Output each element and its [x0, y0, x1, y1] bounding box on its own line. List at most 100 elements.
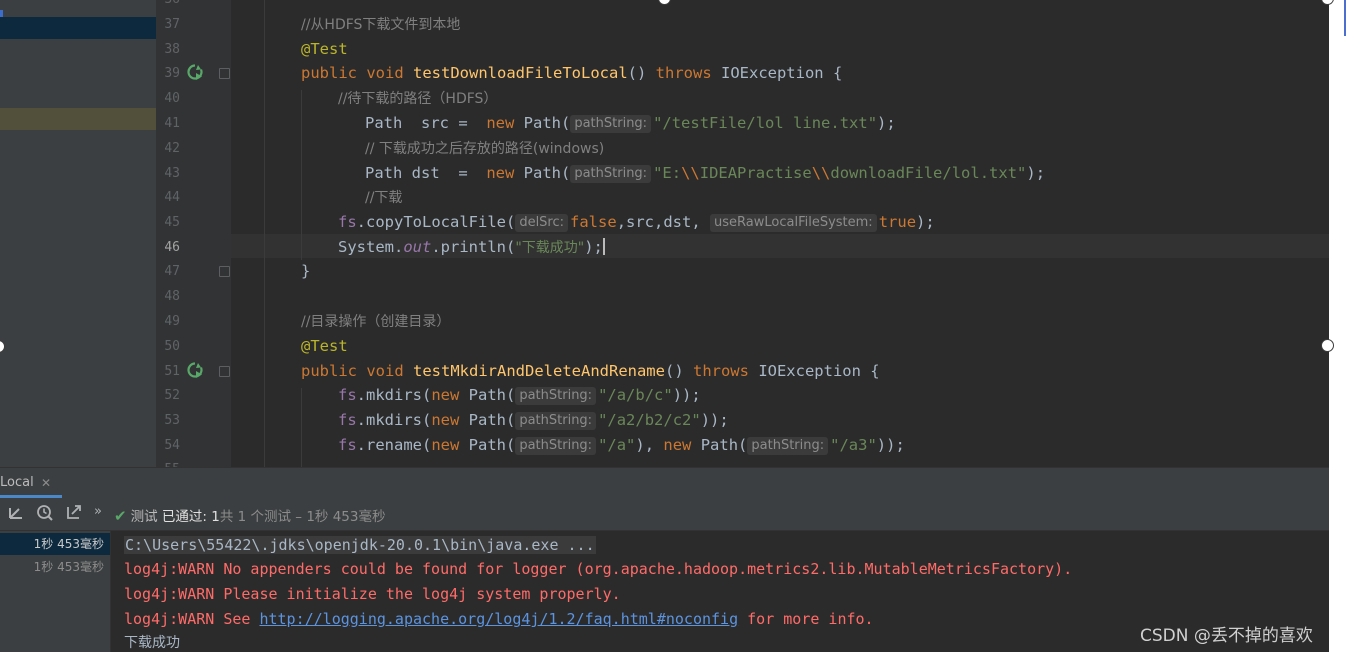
escape-sequence: \\ — [681, 164, 700, 182]
line-number: 50 — [164, 339, 180, 354]
keyword: new — [431, 436, 460, 454]
line-number: 51 — [164, 364, 180, 379]
keyword: true — [878, 213, 917, 231]
console-line: 下载成功 — [124, 635, 180, 651]
line-number: 37 — [164, 17, 180, 32]
line-number: 44 — [164, 190, 180, 205]
code-text: ); — [916, 213, 935, 231]
code-text: .copyToLocalFile( — [356, 213, 516, 231]
line-number: 54 — [164, 438, 180, 453]
fold-marker-icon[interactable] — [219, 266, 230, 277]
code-text: Path( — [459, 386, 516, 404]
code-line-50: @Test — [231, 334, 348, 358]
test-history-icon[interactable] — [36, 504, 54, 526]
test-duration: 1秒 453毫秒 — [33, 560, 104, 574]
code-line-49: //目录操作（创建目录） — [231, 309, 450, 334]
escape-sequence: \\ — [811, 164, 831, 182]
ide-window: 36 37 38 39 40 41 42 43 44 45 46 47 48 4… — [0, 0, 1329, 652]
status-prefix: 测试 — [130, 509, 158, 525]
code-line-51: public void testMkdirAndDeleteAndRename(… — [231, 359, 880, 383]
method-name: testDownloadFileToLocal — [413, 64, 628, 82]
line-number: 40 — [164, 91, 180, 106]
line-number: 49 — [164, 314, 180, 329]
code-line-54: fs.rename(new Path(pathString: "/a"), new… — [231, 433, 905, 457]
code-line-43: Path dst = new Path(pathString: "E:\\IDEA… — [231, 161, 1045, 185]
warn-text: log4j:WARN See — [124, 610, 260, 628]
parameter-hint: pathString: — [570, 115, 652, 133]
keyword: throws — [655, 64, 712, 82]
line-number: 39 — [164, 66, 180, 81]
string-literal: IDEAPractise — [699, 164, 812, 182]
project-tree-selected-row[interactable] — [0, 17, 156, 39]
line-number: 38 — [164, 42, 180, 57]
code-line-40: //待下载的路径（HDFS） — [231, 86, 497, 111]
code-line-53: fs.mkdirs(new Path(pathString: "/a2/b2/c2… — [231, 408, 729, 432]
text-caret — [602, 238, 605, 255]
code-text: )); — [672, 386, 701, 404]
selection-border — [1344, 0, 1346, 36]
method-name: testMkdirAndDeleteAndRename — [413, 362, 665, 380]
fold-marker-icon[interactable] — [219, 68, 230, 79]
parameter-hint: pathString: — [570, 165, 652, 183]
parameter-hint: useRawLocalFileSystem: — [710, 214, 877, 232]
code-text: Path src = — [365, 114, 487, 132]
run-test-icon[interactable] — [187, 362, 203, 382]
field-name: fs — [338, 436, 357, 454]
passed-check-icon: ✔ — [114, 507, 127, 525]
line-number: 45 — [164, 215, 180, 230]
code-text: IOException { — [711, 64, 843, 82]
string-literal: "/a3" — [830, 436, 877, 454]
export-results-icon[interactable] — [66, 504, 82, 524]
status-count: 1 — [211, 509, 220, 525]
resize-handle[interactable] — [1321, 339, 1334, 352]
string-literal: "E: — [653, 164, 682, 182]
page-margin — [1329, 0, 1348, 652]
code-line-44: //下载 — [231, 185, 402, 210]
run-test-icon[interactable] — [187, 64, 203, 84]
parameter-hint: delSrc: — [515, 214, 569, 232]
comment: //目录操作（创建目录） — [301, 314, 451, 330]
keyword: public — [301, 362, 357, 380]
code-text: () — [664, 362, 693, 380]
console-line: log4j:WARN No appenders could be found f… — [124, 560, 1073, 578]
test-node[interactable]: 1秒 453毫秒 — [0, 556, 110, 578]
string-literal: "/a/b/c" — [598, 386, 673, 404]
close-icon[interactable]: ✕ — [41, 468, 51, 498]
console-line: log4j:WARN Please initialize the log4j s… — [124, 585, 621, 603]
project-tree-highlighted-row[interactable] — [0, 108, 156, 130]
run-toolbar: » ✔ 测试 已通过: 1共 1 个测试 – 1秒 453毫秒 — [0, 498, 1329, 531]
code-line-37: //从HDFS下载文件到本地 — [231, 12, 460, 37]
code-text: .rename( — [356, 436, 432, 454]
code-text: () — [627, 64, 656, 82]
code-line-46: System.out.println("下载成功"); — [231, 235, 605, 260]
code-text: .println( — [431, 238, 516, 256]
field-name: fs — [338, 213, 357, 231]
run-tab-bar: Local ✕ — [0, 467, 1329, 498]
run-tab[interactable]: Local ✕ — [0, 468, 62, 498]
more-actions-icon[interactable]: » — [94, 504, 102, 519]
import-tests-icon[interactable] — [8, 504, 24, 524]
string-literal: "/testFile/lol line.txt" — [653, 114, 878, 132]
keyword: false — [570, 213, 617, 231]
code-text: )); — [700, 411, 729, 429]
code-text: Path( — [514, 114, 571, 132]
line-number: 48 — [164, 289, 180, 304]
log4j-faq-link[interactable]: http://logging.apache.org/log4j/1.2/faq.… — [259, 610, 738, 628]
code-line-41: Path src = new Path(pathString: "/testFil… — [231, 111, 896, 135]
line-number-current: 46 — [164, 240, 180, 255]
console-line: C:\Users\55422\.jdks\openjdk-20.0.1\bin\… — [124, 534, 596, 556]
parameter-hint: pathString: — [515, 437, 597, 455]
test-status: ✔ 测试 已通过: 1共 1 个测试 – 1秒 453毫秒 — [114, 505, 385, 525]
code-line-39: public void testDownloadFileToLocal() th… — [231, 61, 842, 85]
code-text: .mkdirs( — [356, 386, 432, 404]
test-results-tree: 1秒 453毫秒 1秒 453毫秒 — [0, 531, 111, 652]
code-text: Path( — [459, 411, 516, 429]
keyword: new — [431, 411, 460, 429]
code-text: Path( — [459, 436, 516, 454]
test-node-selected[interactable]: 1秒 453毫秒 — [0, 533, 110, 555]
code-line-42: // 下载成功之后存放的路径(windows) — [231, 136, 604, 161]
static-field: out — [403, 238, 432, 256]
java-command[interactable]: C:\Users\55422\.jdks\openjdk-20.0.1\bin\… — [124, 536, 596, 554]
fold-marker-icon[interactable] — [219, 366, 230, 377]
console-line: log4j:WARN See http://logging.apache.org… — [124, 608, 874, 630]
